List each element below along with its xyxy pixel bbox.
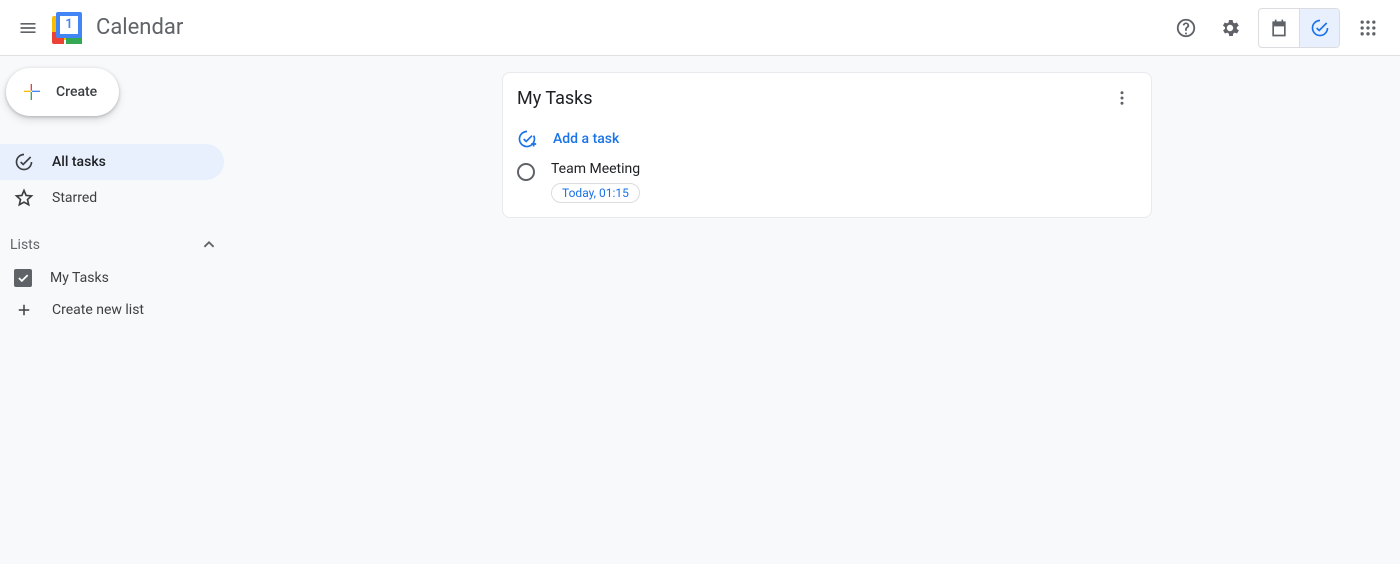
star-icon: [14, 188, 34, 208]
apps-grid-icon: [1358, 18, 1378, 38]
lists-section-header: Lists: [0, 216, 240, 262]
sidebar: Create All tasks Starred Lists: [0, 56, 240, 564]
settings-button[interactable]: [1210, 8, 1250, 48]
plus-icon: [14, 300, 34, 320]
card-more-button[interactable]: [1107, 83, 1137, 113]
check-circle-icon: [14, 152, 34, 172]
nav-label: All tasks: [52, 154, 106, 170]
checkbox-checked-icon: [14, 269, 32, 287]
task-title: Team Meeting: [551, 161, 640, 177]
list-my-tasks[interactable]: My Tasks: [0, 262, 240, 294]
collapse-lists-button[interactable]: [198, 234, 220, 256]
app-header: 1 Calendar: [0, 0, 1400, 56]
task-complete-toggle[interactable]: [517, 163, 535, 181]
menu-button[interactable]: [8, 8, 48, 48]
list-label: My Tasks: [50, 270, 109, 286]
create-new-list[interactable]: Create new list: [0, 294, 240, 326]
support-button[interactable]: [1166, 8, 1206, 48]
task-row[interactable]: Team Meeting Today, 01:15: [517, 155, 1145, 203]
plus-multicolor-icon: [20, 80, 44, 104]
nav-all-tasks[interactable]: All tasks: [0, 144, 224, 180]
card-title: My Tasks: [517, 88, 593, 109]
calendar-view-button[interactable]: [1259, 9, 1299, 47]
create-button[interactable]: Create: [6, 68, 119, 116]
help-icon: [1175, 17, 1197, 39]
task-check-icon: [1310, 18, 1330, 38]
tasks-view-button[interactable]: [1299, 9, 1339, 47]
create-label: Create: [56, 84, 97, 100]
add-task-icon: [517, 129, 537, 149]
more-vert-icon: [1113, 89, 1131, 107]
gear-icon: [1219, 17, 1241, 39]
add-task-button[interactable]: Add a task: [517, 123, 1145, 155]
calendar-icon: [1269, 18, 1289, 38]
main-content: My Tasks Add a task Team Meeting Today, …: [240, 56, 1400, 564]
apps-button[interactable]: [1348, 8, 1388, 48]
lists-header-label: Lists: [10, 237, 40, 253]
view-toggle: [1258, 8, 1340, 48]
nav-starred[interactable]: Starred: [0, 180, 224, 216]
create-list-label: Create new list: [52, 302, 144, 318]
add-task-label: Add a task: [553, 131, 619, 147]
app-logo-title[interactable]: 1 Calendar: [52, 12, 183, 44]
hamburger-icon: [18, 18, 38, 38]
nav-label: Starred: [52, 190, 97, 206]
task-time-chip[interactable]: Today, 01:15: [551, 183, 640, 203]
logo-day: 1: [60, 16, 78, 34]
chevron-up-icon: [198, 234, 220, 256]
app-title: Calendar: [96, 15, 183, 40]
tasks-card: My Tasks Add a task Team Meeting Today, …: [502, 72, 1152, 218]
calendar-logo-icon: 1: [52, 12, 84, 44]
